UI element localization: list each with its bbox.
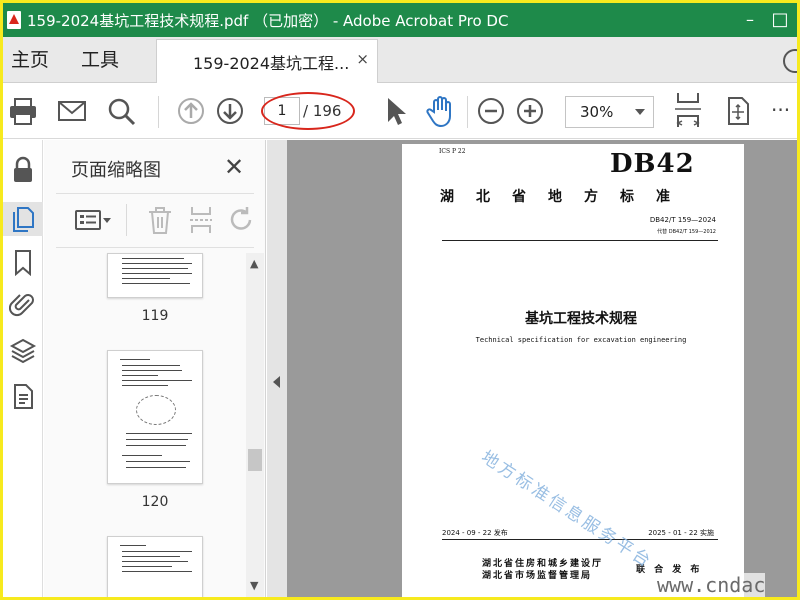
replaces-note: 代替 DB42/T 159—2012 — [657, 229, 716, 235]
pdf-page: ICS P 22 DB42 湖北省地方标准 DB42/T 159—2024 代替… — [402, 144, 744, 597]
publisher-2: 湖北省市场监督管理局 — [482, 571, 593, 581]
print-icon[interactable] — [8, 94, 38, 128]
footer-rule — [442, 539, 718, 540]
collapse-panel-handle[interactable] — [267, 140, 287, 597]
document-title-cn: 基坑工程技术规程 — [525, 311, 637, 327]
fit-page-icon[interactable] — [673, 90, 703, 127]
ics-code: ICS P 22 — [439, 148, 466, 155]
zoom-in-icon[interactable] — [515, 94, 545, 128]
next-page-icon[interactable] — [215, 94, 245, 128]
pdf-app-icon — [7, 11, 21, 29]
page-thumbnails-icon[interactable] — [9, 205, 37, 233]
toolbar-divider — [467, 96, 468, 128]
hand-tool-icon[interactable] — [425, 94, 459, 128]
select-cursor-icon[interactable] — [380, 94, 410, 128]
close-panel-icon[interactable]: ✕ — [224, 153, 244, 181]
chevron-down-icon — [635, 109, 645, 115]
close-tab-icon[interactable]: × — [356, 50, 369, 68]
thumbnail-scrollbar[interactable]: ▲ ▼ — [246, 253, 264, 597]
thumbnail-label: 119 — [141, 308, 169, 324]
navigation-pane-icons — [3, 140, 43, 597]
thumbnail-figure — [136, 395, 176, 425]
maximize-button[interactable]: □ — [767, 7, 793, 33]
tab-document[interactable]: 159-2024基坑工程... × — [156, 39, 378, 83]
chevron-left-icon — [273, 376, 280, 388]
rotate-page-icon[interactable] — [228, 204, 256, 236]
thumbnail-label: 120 — [141, 494, 169, 510]
help-icon[interactable] — [783, 49, 797, 73]
search-icon[interactable] — [107, 94, 137, 128]
header-rule — [442, 240, 718, 241]
standard-number: DB42/T 159—2024 — [649, 216, 716, 224]
implementation-date: 2025 - 01 - 22 实施 — [648, 529, 714, 537]
toolbar: 1 / 196 30% ··· — [3, 84, 797, 139]
standard-code: DB42 — [610, 149, 695, 179]
lock-icon[interactable] — [9, 156, 37, 184]
page-thumbnail[interactable] — [107, 253, 203, 298]
page-thumbnail[interactable] — [107, 536, 203, 597]
panel-divider — [56, 193, 254, 194]
tab-row: 主页 工具 159-2024基坑工程... × — [3, 37, 797, 83]
tab-tools[interactable]: 工具 — [81, 37, 119, 83]
standard-category: 湖北省地方标准 — [440, 189, 692, 205]
document-view[interactable]: ICS P 22 DB42 湖北省地方标准 DB42/T 159—2024 代替… — [287, 140, 797, 597]
email-icon[interactable] — [57, 94, 87, 128]
zoom-value: 30% — [580, 103, 614, 121]
thumbnails-panel: 页面缩略图 ✕ 119 120 ▲ ▼ — [44, 140, 266, 597]
thumbnail-options-icon[interactable] — [74, 204, 114, 236]
document-properties-icon[interactable] — [9, 382, 37, 410]
layers-icon[interactable] — [9, 337, 37, 365]
panel-title: 页面缩略图 — [71, 160, 161, 181]
document-title-en: Technical specification for excavation e… — [475, 336, 687, 344]
previous-page-icon[interactable] — [176, 94, 206, 128]
document-tab-label: 159-2024基坑工程... — [193, 54, 350, 73]
site-watermark: www.cndac — [657, 573, 766, 597]
full-screen-icon[interactable] — [723, 94, 753, 128]
window-title: 159-2024基坑工程技术规程.pdf （已加密） - Adobe Acrob… — [27, 12, 509, 30]
minimize-button[interactable]: – — [737, 7, 763, 33]
scroll-up-icon[interactable]: ▲ — [250, 257, 258, 270]
issue-date: 2024 - 09 - 22 发布 — [442, 529, 508, 537]
zoom-select[interactable]: 30% — [565, 96, 654, 128]
title-bar: 159-2024基坑工程技术规程.pdf （已加密） - Adobe Acrob… — [3, 3, 797, 37]
page-thumbnail[interactable] — [107, 350, 203, 484]
acrobat-window: 159-2024基坑工程技术规程.pdf （已加密） - Adobe Acrob… — [3, 3, 797, 597]
attachment-icon[interactable] — [8, 290, 37, 318]
zoom-out-icon[interactable] — [476, 94, 506, 128]
scrollbar-thumb[interactable] — [248, 449, 262, 471]
delete-page-icon[interactable] — [146, 204, 174, 236]
bookmark-icon[interactable] — [9, 248, 37, 277]
tab-home[interactable]: 主页 — [11, 37, 49, 83]
panel-divider — [56, 247, 254, 248]
toolbar-divider — [158, 96, 159, 128]
extract-page-icon[interactable] — [187, 204, 215, 236]
scroll-down-icon[interactable]: ▼ — [250, 579, 258, 592]
more-tools-icon[interactable]: ··· — [771, 98, 790, 132]
panel-tool-divider — [126, 204, 127, 236]
highlight-ellipse — [261, 92, 355, 130]
